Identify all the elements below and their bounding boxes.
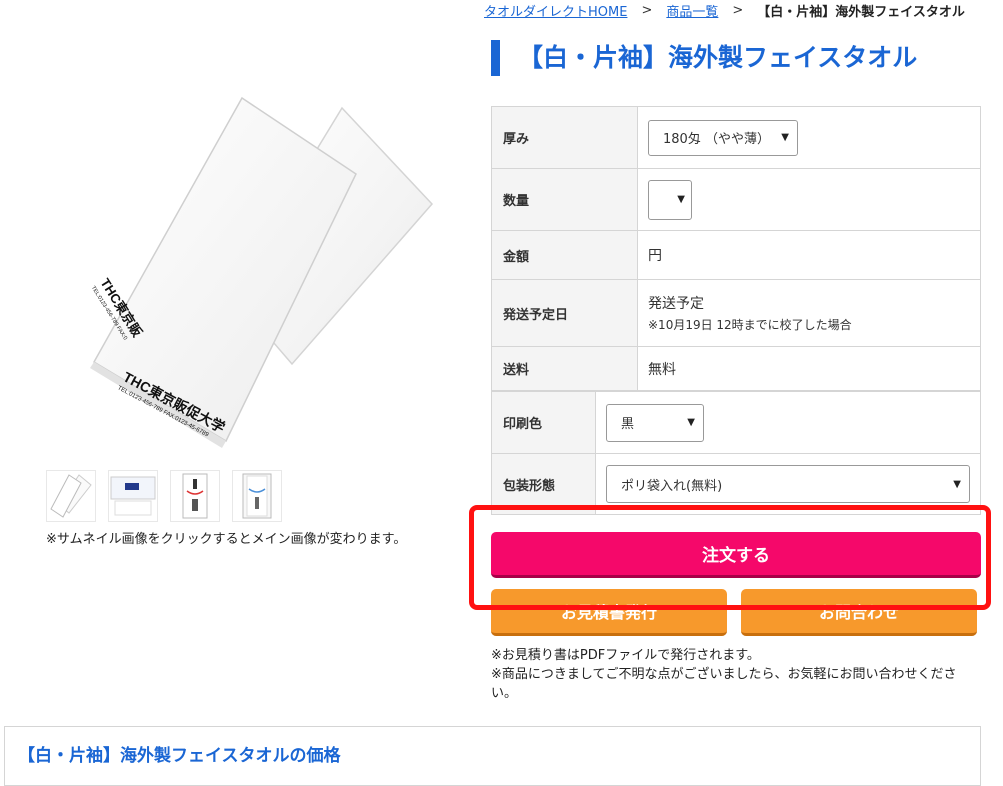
spec-row-thickness: 厚み 180匁 （やや薄） ▼	[492, 107, 980, 169]
print-options-table: 印刷色 黒 ▼ 包装形態 ポリ袋入れ(無料) ▼	[491, 391, 981, 515]
wrap-selected-value: ポリ袋入れ(無料)	[621, 478, 723, 494]
thickness-label: 厚み	[492, 107, 638, 168]
thumbnail-folded[interactable]	[108, 470, 158, 522]
notes: ※お見積り書はPDFファイルで発行されます。 ※商品につきましてご不明な点がござ…	[491, 646, 971, 703]
print-color-label: 印刷色	[492, 392, 596, 453]
quantity-label: 数量	[492, 169, 638, 230]
note-pdf: ※お見積り書はPDFファイルで発行されます。	[491, 648, 760, 663]
price-value: 円	[648, 248, 662, 264]
ship-date-note: ※10月19日 12時までに校了した場合	[648, 318, 852, 332]
wrap-label: 包装形態	[492, 454, 596, 514]
print-row-wrap: 包装形態 ポリ袋入れ(無料) ▼	[492, 454, 980, 515]
order-button[interactable]: 注文する	[491, 532, 981, 578]
contact-button[interactable]: お問合わせ	[741, 589, 977, 636]
print-row-color: 印刷色 黒 ▼	[492, 392, 980, 454]
breadcrumb-list-link[interactable]: 商品一覧	[666, 1, 718, 20]
print-color-selected-value: 黒	[621, 417, 635, 432]
spec-row-shipping-fee: 送料 無料	[492, 347, 980, 391]
title-accent-bar	[491, 40, 500, 76]
shipping-fee-value: 無料	[648, 361, 676, 378]
price-label: 金額	[492, 231, 638, 279]
spec-table: 厚み 180匁 （やや薄） ▼ 数量 ▼ 金額 円 発送予定日 発送予定 ※10…	[491, 106, 981, 391]
page-title: 【白・片袖】海外製フェイスタオル	[518, 43, 918, 72]
chevron-down-icon: ▼	[687, 417, 695, 428]
ship-date-label: 発送予定日	[492, 280, 638, 346]
breadcrumb-separator: >	[641, 2, 653, 18]
spec-row-quantity: 数量 ▼	[492, 169, 980, 231]
estimate-button[interactable]: お見積書発行	[491, 589, 727, 636]
spec-row-ship-date: 発送予定日 発送予定 ※10月19日 12時までに校了した場合	[492, 280, 980, 347]
wrap-select[interactable]: ポリ袋入れ(無料) ▼	[606, 465, 970, 503]
thickness-selected-value: 180匁 （やや薄）	[663, 132, 770, 147]
product-main-image: THC東京販 TEL:0123-456-789 FAX:0 THC東京販促大学 …	[70, 96, 450, 456]
ship-date-value: 発送予定	[648, 296, 704, 312]
breadcrumb-home-link[interactable]: タオルダイレクトHOME	[484, 1, 627, 20]
note-contact: ※商品につきましてご不明な点がございましたら、お気軽にお問い合わせください。	[491, 667, 957, 701]
breadcrumb: タオルダイレクトHOME > 商品一覧 > 【白・片袖】海外製フェイスタオル	[484, 0, 965, 20]
chevron-down-icon: ▼	[677, 194, 685, 205]
thumbnail-noshi-wrap-2[interactable]	[232, 470, 282, 522]
chevron-down-icon: ▼	[953, 478, 961, 490]
breadcrumb-separator: >	[732, 2, 744, 18]
print-color-select[interactable]: 黒 ▼	[606, 403, 704, 442]
thickness-select[interactable]: 180匁 （やや薄） ▼	[648, 119, 798, 156]
price-section-title: 【白・片袖】海外製フェイスタオルの価格	[18, 746, 341, 766]
thumbnail-note: ※サムネイル画像をクリックするとメイン画像が変わります。	[46, 532, 407, 547]
quantity-select[interactable]: ▼	[648, 179, 692, 220]
spec-row-price: 金額 円	[492, 231, 980, 280]
thumbnail-strip	[46, 470, 282, 522]
shipping-fee-label: 送料	[492, 347, 638, 390]
chevron-down-icon: ▼	[781, 132, 789, 143]
thumbnail-noshi-wrap[interactable]	[170, 470, 220, 522]
breadcrumb-current: 【白・片袖】海外製フェイスタオル	[757, 4, 965, 20]
thumbnail-towel[interactable]	[46, 470, 96, 522]
